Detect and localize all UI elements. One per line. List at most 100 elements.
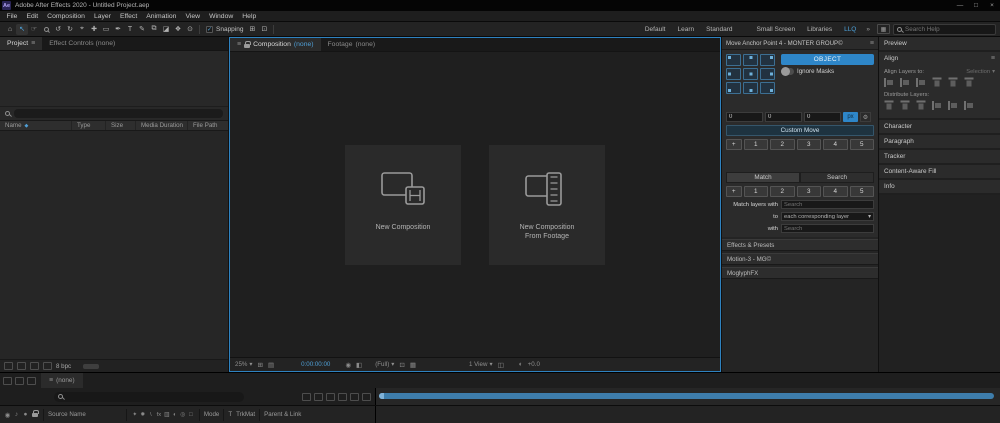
exposure-icon[interactable]: ◐: [519, 361, 523, 368]
panel-preview[interactable]: Preview: [879, 37, 1000, 50]
align-bottom-icon[interactable]: [965, 78, 974, 88]
anchor-pos-bottom-right[interactable]: [760, 82, 775, 94]
orbit-camera-tool-icon[interactable]: ↺: [52, 24, 64, 35]
show-channel-icon[interactable]: ◧: [356, 361, 362, 369]
shy-icon[interactable]: ✦: [131, 412, 139, 418]
move-anchor-point-header[interactable]: Move Anchor Point 4 - MONTER GROUP© ≡: [722, 37, 878, 50]
motion-blur-icon[interactable]: ◐: [171, 412, 179, 418]
menu-edit[interactable]: Edit: [22, 13, 43, 20]
settings-gear-icon[interactable]: ⚙: [860, 112, 871, 122]
quality-icon[interactable]: \: [147, 412, 155, 418]
tab-effect-controls[interactable]: Effect Controls (none): [42, 37, 122, 50]
distribute-right-icon[interactable]: [964, 101, 974, 110]
pixel-aspect-icon[interactable]: ◫: [498, 361, 504, 369]
align-vertical-center-icon[interactable]: [949, 78, 958, 88]
selection-tool-icon[interactable]: ↖: [16, 24, 28, 35]
shape-tool-icon[interactable]: ▭: [100, 24, 112, 35]
column-parent-link[interactable]: Parent & Link: [264, 411, 301, 418]
panel-character[interactable]: Character: [879, 120, 1000, 133]
match-3-button[interactable]: 3: [797, 186, 822, 197]
collapse-transformations-icon[interactable]: ✹: [139, 412, 147, 418]
custom-move-add-button[interactable]: +: [726, 139, 742, 150]
menu-effect[interactable]: Effect: [115, 13, 141, 20]
effects-icon[interactable]: fx: [155, 412, 163, 418]
color-depth-button[interactable]: 8 bpc: [56, 363, 71, 370]
custom-move-1-button[interactable]: 1: [744, 139, 769, 150]
snap-to-grid-icon[interactable]: ⊞: [246, 24, 258, 35]
menu-help[interactable]: Help: [238, 13, 261, 20]
anchor-pos-bottom-left[interactable]: [726, 82, 741, 94]
hand-tool-icon[interactable]: ☞: [28, 24, 40, 35]
lock-icon[interactable]: [244, 44, 250, 48]
align-layers-select[interactable]: Selection ▾: [966, 69, 995, 75]
panel-content-aware-fill[interactable]: Content-Aware Fill: [879, 165, 1000, 178]
panel-tracker[interactable]: Tracker: [879, 150, 1000, 163]
search-filter-icon[interactable]: ◆: [25, 123, 29, 129]
interpret-footage-icon[interactable]: [4, 362, 13, 370]
to-layer-select[interactable]: each corresponding layer ▾: [781, 212, 874, 221]
anchor-y-input[interactable]: [765, 112, 802, 122]
custom-move-5-button[interactable]: 5: [850, 139, 875, 150]
pen-tool-icon[interactable]: ✒: [112, 24, 124, 35]
column-size[interactable]: Size: [106, 121, 136, 130]
with-input[interactable]: [781, 224, 874, 233]
distribute-bottom-icon[interactable]: [917, 101, 926, 111]
match-1-button[interactable]: 1: [744, 186, 769, 197]
panel-menu-icon[interactable]: ≡: [870, 40, 874, 47]
panel-menu-icon[interactable]: ≡: [237, 41, 241, 48]
comp-mini-flowchart-icon[interactable]: [302, 393, 311, 401]
panel-moglyphfx[interactable]: MoglyphFX: [722, 267, 878, 279]
rotation-tool-icon[interactable]: ↻: [64, 24, 76, 35]
roto-brush-tool-icon[interactable]: ❖: [172, 24, 184, 35]
region-of-interest-icon[interactable]: ⊡: [399, 361, 404, 369]
view-layout-select[interactable]: 1 View ▾: [469, 361, 493, 368]
exposure-value[interactable]: +0.0: [528, 361, 540, 368]
brush-tool-icon[interactable]: ✎: [136, 24, 148, 35]
zoom-tool-icon[interactable]: [40, 24, 52, 35]
pan-behind-tool-icon[interactable]: ✚: [88, 24, 100, 35]
tab-project[interactable]: Project ≡: [0, 37, 42, 50]
project-settings-icon[interactable]: [43, 362, 52, 370]
workspace-learn[interactable]: Learn: [671, 26, 700, 33]
timeline-ruler[interactable]: [376, 388, 1000, 405]
panel-motion-3[interactable]: Motion-3 - MG©: [722, 253, 878, 265]
solo-icon[interactable]: ●: [21, 411, 30, 418]
new-composition-from-footage-button[interactable]: New Composition From Footage: [489, 145, 605, 265]
lock-icon[interactable]: [30, 411, 39, 419]
resolution-select[interactable]: (Full) ▾: [375, 361, 394, 368]
rulers-icon[interactable]: ▤: [268, 361, 274, 369]
match-layers-input[interactable]: [781, 200, 874, 209]
camera-tool-icon[interactable]: ⌖: [76, 24, 88, 35]
custom-move-3-button[interactable]: 3: [797, 139, 822, 150]
custom-move-header[interactable]: Custom Move: [726, 125, 874, 136]
timeline-tab[interactable]: ≡ (none): [41, 373, 83, 388]
column-name[interactable]: Name ◆: [0, 121, 72, 130]
menu-file[interactable]: File: [2, 13, 22, 20]
graph-editor-icon[interactable]: [362, 393, 371, 401]
menu-view[interactable]: View: [181, 13, 205, 20]
distribute-horizontal-center-icon[interactable]: [948, 101, 958, 110]
3d-layer-icon[interactable]: □: [187, 412, 195, 418]
workspace-overflow-button[interactable]: »: [862, 26, 874, 33]
puppet-pin-tool-icon[interactable]: ⊙: [184, 24, 196, 35]
tab-scroll-right-icon[interactable]: [27, 377, 36, 385]
distribute-top-icon[interactable]: [885, 101, 894, 111]
align-top-icon[interactable]: [933, 78, 942, 88]
transparency-grid-icon[interactable]: ▦: [410, 361, 416, 369]
align-horizontal-center-icon[interactable]: [900, 78, 910, 87]
frame-blending-icon[interactable]: [338, 393, 347, 401]
distribute-vertical-center-icon[interactable]: [901, 101, 910, 111]
anchor-pos-middle-right[interactable]: [760, 68, 775, 80]
workspace-standard[interactable]: Standard: [700, 26, 738, 33]
timeline-search-input[interactable]: [66, 394, 240, 400]
help-search-input[interactable]: [905, 26, 992, 33]
comp-mini-flowchart-icon[interactable]: [15, 377, 24, 385]
align-right-icon[interactable]: [916, 78, 926, 87]
column-mode[interactable]: Mode: [204, 411, 219, 418]
draft-3d-icon[interactable]: [314, 393, 323, 401]
frame-blending-icon[interactable]: ▥: [163, 412, 171, 418]
match-add-button[interactable]: +: [726, 186, 742, 197]
horizontal-scrollbar-thumb[interactable]: [83, 364, 99, 369]
column-trkmat[interactable]: TrkMat: [236, 411, 255, 418]
column-media-duration[interactable]: Media Duration: [136, 121, 188, 130]
